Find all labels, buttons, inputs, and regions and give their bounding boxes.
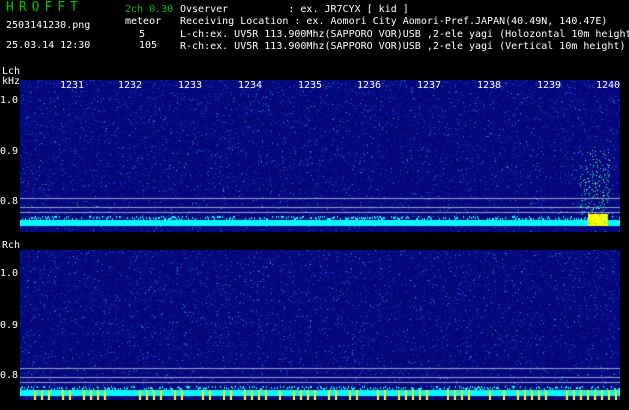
file-name: 2503141230.png [6,20,91,31]
lch-ytick-3: 0.8 [0,196,19,207]
rch-spectrogram [20,250,620,400]
lch-ytick-2: 0.9 [0,146,19,157]
lch-xtick-9: 1239 [537,80,562,91]
lch-xtick-2: 1232 [118,80,143,91]
lch-xtick-8: 1238 [477,80,502,91]
location-line: Receiving Location : ex. Aomori City Aom… [180,16,608,27]
lch-spectrogram [20,80,620,232]
rch-ytick-1: 1.0 [0,268,19,279]
lch-ytick-1: 1.0 [0,95,19,106]
rch-count: 105 [139,40,158,51]
rch-channel-label: Rch [2,240,21,251]
app-title: HROFFT [6,0,83,15]
rch-info-line: R-ch:ex. UV5R 113.900Mhz(SAPPORO VOR)USB… [180,41,626,52]
lch-xtick-6: 1236 [357,80,382,91]
lch-xtick-7: 1237 [417,80,442,91]
version-label: 2ch 0.30 [125,4,174,15]
rch-ytick-2: 0.9 [0,320,19,331]
rch-ytick-3: 0.8 [0,370,19,381]
lch-xtick-4: 1234 [238,80,263,91]
datetime-label: 25.03.14 12:30 [6,40,91,51]
lch-spectrogram-canvas [20,80,620,232]
lch-xtick-1: 1231 [60,80,85,91]
rch-spectrogram-canvas [20,250,620,400]
plot-type-label: meteor [125,16,162,27]
observer-line: Ovserver : ex. JR7CYX [ kid ] [180,4,409,15]
lch-unit-label: kHz [2,76,21,87]
lch-info-line: L-ch:ex. UV5R 113.900Mhz(SAPPORO VOR)USB… [180,29,629,40]
lch-xtick-10: 1240 [596,80,621,91]
lch-xtick-5: 1235 [298,80,323,91]
lch-xtick-3: 1233 [178,80,203,91]
